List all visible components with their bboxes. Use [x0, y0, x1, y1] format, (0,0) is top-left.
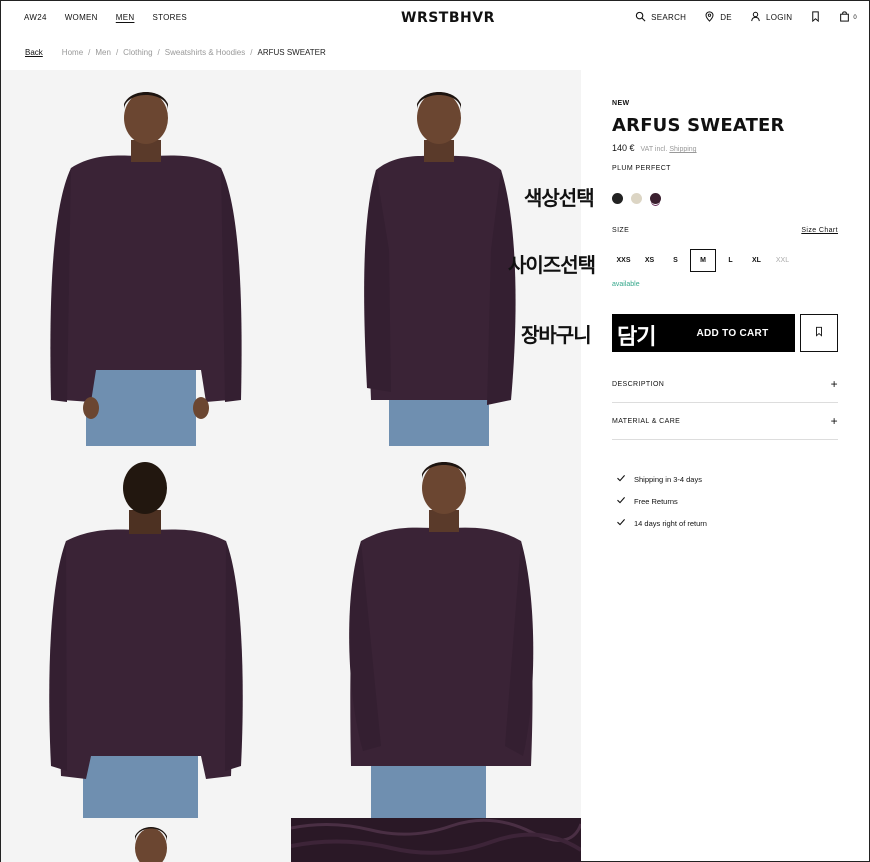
- benefit-item: Free Returns: [616, 490, 707, 512]
- plus-icon: +: [830, 414, 838, 428]
- nav-aw24[interactable]: AW24: [24, 13, 47, 22]
- utility-nav: SEARCH DE LOGIN 0: [635, 11, 857, 24]
- breadcrumb-separator: /: [88, 48, 91, 57]
- back-link[interactable]: Back: [25, 48, 43, 57]
- annotation-cart-prefix: 장바구니: [521, 323, 592, 347]
- add-to-cart-label: ADD TO CART: [696, 327, 769, 339]
- size-option-xl[interactable]: XL: [745, 249, 768, 272]
- benefit-text: Shipping in 3-4 days: [634, 474, 702, 484]
- breadcrumb-men[interactable]: Men: [95, 48, 111, 57]
- size-chart-link[interactable]: Size Chart: [801, 227, 838, 234]
- color-swatch-black[interactable]: [612, 193, 623, 204]
- vat-text: VAT incl.: [640, 146, 668, 153]
- cart-button[interactable]: 0: [839, 11, 857, 24]
- wishlist-button[interactable]: [810, 11, 821, 24]
- product-title: ARFUS SWEATER: [612, 115, 785, 136]
- vat-note: VAT incl. Shipping: [641, 146, 697, 153]
- size-selector: XXS XS S M L XL XXL: [612, 249, 794, 272]
- annotation-cart-suffix: 담기: [617, 325, 656, 350]
- color-name: PLUM PERFECT: [612, 165, 671, 172]
- bookmark-icon: [814, 324, 824, 342]
- add-to-wishlist-button[interactable]: [800, 314, 838, 352]
- search-button[interactable]: SEARCH: [635, 11, 686, 24]
- size-option-l[interactable]: L: [719, 249, 742, 272]
- main-nav: AW24 WOMEN MEN STORES: [24, 13, 187, 22]
- accordion-description[interactable]: DESCRIPTION +: [612, 366, 838, 403]
- breadcrumb-separator: /: [115, 48, 119, 57]
- cart-count: 0: [853, 14, 857, 21]
- product-info: NEW ARFUS SWEATER 140 € VAT incl. Shippi…: [612, 100, 838, 528]
- search-icon: [635, 11, 646, 24]
- product-gallery: [1, 70, 581, 862]
- product-photo-back[interactable]: [1, 446, 291, 818]
- nav-men[interactable]: MEN: [116, 13, 135, 22]
- color-swatches: [612, 193, 661, 204]
- breadcrumb-current: ARFUS SWEATER: [257, 48, 326, 57]
- checkmark-icon: [616, 495, 626, 507]
- accordion-description-label: DESCRIPTION: [612, 380, 665, 388]
- color-swatch-cream[interactable]: [631, 193, 642, 204]
- login-label: LOGIN: [765, 13, 793, 22]
- search-label: SEARCH: [651, 13, 687, 22]
- size-option-m[interactable]: M: [690, 249, 716, 272]
- location-pin-icon: [704, 11, 715, 24]
- color-swatch-plum[interactable]: [650, 193, 661, 204]
- new-badge: NEW: [612, 100, 630, 107]
- country-label: DE: [720, 13, 732, 22]
- product-photo-front[interactable]: [1, 70, 291, 446]
- size-option-xs[interactable]: XS: [638, 249, 661, 272]
- annotation-color-select: 색상선택: [524, 186, 595, 210]
- annotation-size-select: 사이즈선택: [508, 253, 596, 277]
- benefit-text: Free Returns: [634, 496, 678, 506]
- login-button[interactable]: LOGIN: [750, 11, 792, 24]
- product-photo-detail[interactable]: [291, 818, 581, 862]
- shipping-link[interactable]: Shipping: [669, 146, 696, 153]
- checkmark-icon: [616, 473, 626, 485]
- breadcrumb-clothing[interactable]: Clothing: [123, 48, 152, 57]
- accordion-material-care[interactable]: MATERIAL & CARE +: [612, 403, 838, 440]
- product-photo-angle[interactable]: [291, 446, 581, 818]
- top-navigation: AW24 WOMEN MEN STORES WRSTBHVR SEARCH DE…: [1, 1, 869, 37]
- size-option-xxl[interactable]: XXL: [771, 249, 794, 272]
- size-header: SIZE Size Chart: [612, 227, 838, 234]
- user-icon: [750, 11, 761, 24]
- availability-status: available: [612, 281, 640, 288]
- nav-stores[interactable]: STORES: [152, 13, 187, 22]
- shopping-bag-icon: [839, 11, 850, 24]
- product-price: 140 €: [612, 143, 635, 153]
- price-row: 140 € VAT incl. Shipping: [612, 143, 838, 153]
- breadcrumb-separator: /: [250, 48, 253, 57]
- benefit-text: 14 days right of return: [634, 518, 707, 528]
- breadcrumb: Back Home / Men / Clothing / Sweatshirts & …: [25, 48, 326, 57]
- accordion-material-label: MATERIAL & CARE: [612, 417, 681, 425]
- benefit-item: Shipping in 3-4 days: [616, 468, 707, 490]
- plus-icon: +: [830, 377, 838, 391]
- benefits-list: Shipping in 3-4 days Free Returns 14 day…: [616, 468, 707, 534]
- product-photo-model[interactable]: [1, 818, 291, 862]
- breadcrumb-home[interactable]: Home: [62, 48, 83, 57]
- size-label: SIZE: [612, 227, 630, 234]
- country-selector[interactable]: DE: [704, 11, 732, 24]
- breadcrumb-sweatshirts[interactable]: Sweatshirts & Hoodies: [165, 48, 245, 57]
- size-option-xxs[interactable]: XXS: [612, 249, 635, 272]
- size-option-s[interactable]: S: [664, 249, 687, 272]
- benefit-item: 14 days right of return: [616, 512, 707, 534]
- breadcrumb-separator: /: [157, 48, 160, 57]
- nav-women[interactable]: WOMEN: [65, 13, 98, 22]
- bookmark-icon: [810, 11, 821, 24]
- brand-logo[interactable]: WRSTBHVR: [401, 10, 495, 26]
- checkmark-icon: [616, 517, 626, 529]
